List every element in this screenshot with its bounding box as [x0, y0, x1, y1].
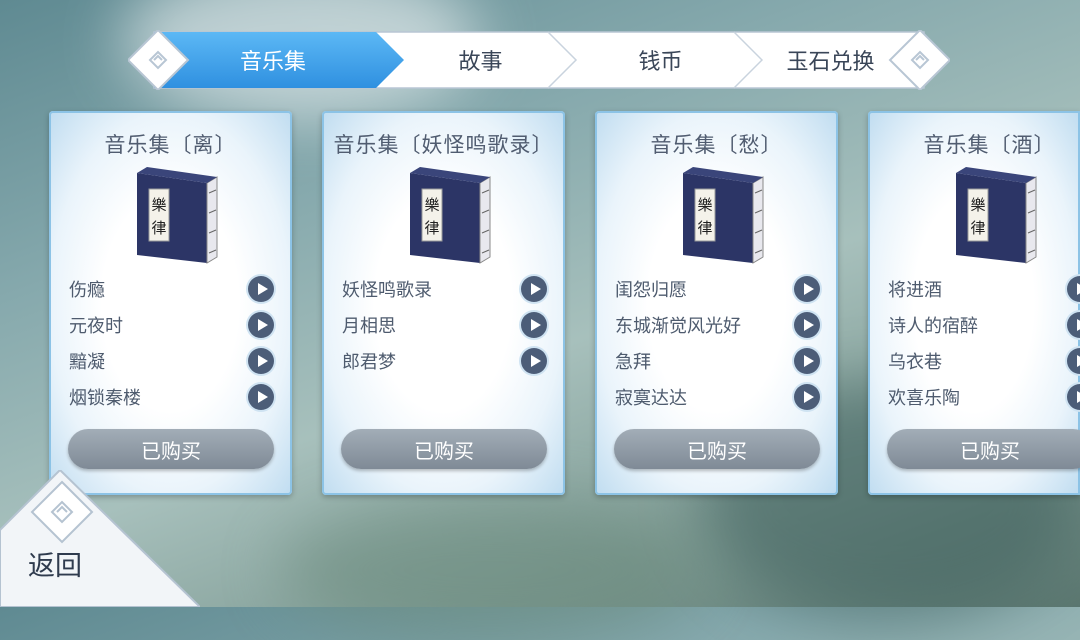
song-title: 黯凝 — [69, 352, 105, 373]
play-icon[interactable] — [794, 276, 820, 302]
svg-text:樂: 樂 — [424, 196, 439, 214]
play-icon[interactable] — [521, 348, 547, 374]
play-icon[interactable] — [248, 312, 274, 338]
play-icon[interactable] — [521, 276, 547, 302]
song-row: 烟锁秦楼 — [69, 382, 274, 412]
song-row: 郎君梦 — [342, 346, 547, 376]
song-row: 伤瘾 — [69, 274, 274, 304]
purchased-button[interactable]: 已购买 — [887, 429, 1080, 469]
play-icon[interactable] — [794, 384, 820, 410]
play-icon[interactable] — [248, 276, 274, 302]
tab-music-collection[interactable]: 音乐集 — [198, 30, 348, 90]
card-title: 音乐集〔酒〕 — [923, 133, 1056, 157]
song-title: 急拜 — [615, 352, 651, 373]
song-row: 欢喜乐陶 — [888, 382, 1080, 412]
song-row: 寂寞达达 — [615, 382, 820, 412]
play-icon[interactable] — [1067, 276, 1080, 302]
svg-text:律: 律 — [151, 219, 166, 237]
back-button[interactable] — [0, 470, 200, 607]
song-title: 将进酒 — [888, 280, 942, 301]
background-ground — [280, 500, 700, 640]
song-title: 闺怨归愿 — [615, 280, 687, 301]
play-icon[interactable] — [248, 348, 274, 374]
song-title: 寂寞达达 — [615, 388, 687, 409]
music-book-icon: 樂 律 — [137, 167, 218, 264]
play-icon[interactable] — [1067, 312, 1080, 338]
song-row: 急拜 — [615, 346, 820, 376]
song-row: 将进酒 — [888, 274, 1080, 304]
card-title: 音乐集〔愁〕 — [650, 133, 783, 157]
song-title: 乌衣巷 — [888, 352, 942, 373]
song-row: 乌衣巷 — [888, 346, 1080, 376]
song-title: 郎君梦 — [342, 352, 396, 373]
music-book-icon: 樂 律 — [956, 167, 1037, 264]
play-icon[interactable] — [794, 348, 820, 374]
svg-text:樂: 樂 — [151, 196, 166, 214]
music-pack-card[interactable]: 音乐集〔离〕 樂 律 伤瘾 元夜时 黯凝 烟锁秦楼 已购买 — [49, 111, 292, 495]
category-tab-bar: 音乐集 故事 钱币 玉石兑换 — [128, 30, 950, 90]
card-title: 音乐集〔离〕 — [104, 133, 237, 157]
song-row: 元夜时 — [69, 310, 274, 340]
song-title: 诗人的宿醉 — [888, 316, 978, 337]
song-row: 妖怪鸣歌录 — [342, 274, 547, 304]
purchased-button[interactable]: 已购买 — [68, 429, 274, 469]
music-book-icon: 樂 律 — [683, 167, 764, 264]
song-title: 欢喜乐陶 — [888, 388, 960, 409]
play-icon[interactable] — [1067, 348, 1080, 374]
svg-text:律: 律 — [697, 219, 712, 237]
music-pack-card[interactable]: 音乐集〔愁〕 樂 律 闺怨归愿 东城渐觉风光好 急拜 寂寞达达 已购买 — [595, 111, 838, 495]
song-row: 诗人的宿醉 — [888, 310, 1080, 340]
back-label[interactable]: 返回 — [28, 544, 82, 583]
song-title: 东城渐觉风光好 — [615, 316, 741, 337]
song-title: 伤瘾 — [69, 280, 105, 301]
song-title: 月相思 — [342, 316, 396, 337]
tab-stories[interactable]: 故事 — [408, 30, 553, 90]
play-icon[interactable] — [1067, 384, 1080, 410]
song-title: 元夜时 — [69, 316, 123, 337]
song-title: 妖怪鸣歌录 — [342, 280, 432, 301]
tab-jade-exchange[interactable]: 玉石兑换 — [768, 30, 893, 90]
card-title: 音乐集〔妖怪鸣歌录〕 — [333, 133, 554, 157]
purchased-button[interactable]: 已购买 — [614, 429, 820, 469]
song-title: 烟锁秦楼 — [69, 388, 141, 409]
svg-text:律: 律 — [424, 219, 439, 237]
play-icon[interactable] — [248, 384, 274, 410]
song-row: 闺怨归愿 — [615, 274, 820, 304]
play-icon[interactable] — [521, 312, 547, 338]
song-row: 黯凝 — [69, 346, 274, 376]
svg-text:樂: 樂 — [697, 196, 712, 214]
music-pack-card[interactable]: 音乐集〔酒〕 樂 律 将进酒 诗人的宿醉 乌衣巷 欢喜乐陶 已购买 — [868, 111, 1080, 495]
song-row: 月相思 — [342, 310, 547, 340]
song-row: 东城渐觉风光好 — [615, 310, 820, 340]
music-pack-card[interactable]: 音乐集〔妖怪鸣歌录〕 樂 律 妖怪鸣歌录 月相思 郎君梦 已购买 — [322, 111, 565, 495]
tab-coins[interactable]: 钱币 — [588, 30, 733, 90]
svg-text:樂: 樂 — [970, 196, 985, 214]
purchased-button[interactable]: 已购买 — [341, 429, 547, 469]
svg-text:律: 律 — [970, 219, 985, 237]
music-book-icon: 樂 律 — [410, 167, 491, 264]
play-icon[interactable] — [794, 312, 820, 338]
